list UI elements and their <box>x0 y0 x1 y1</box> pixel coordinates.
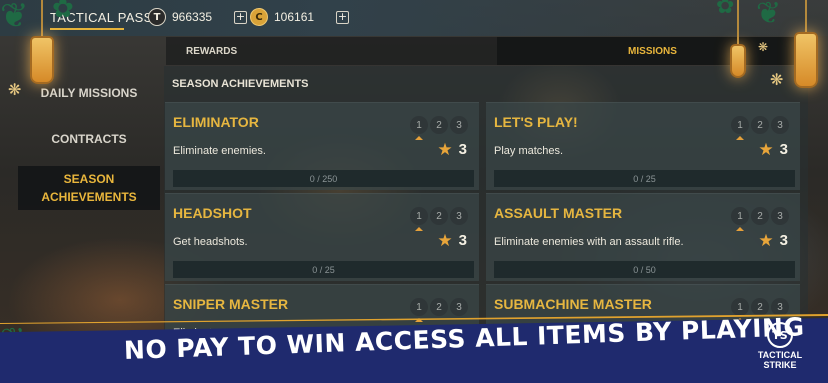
tier-badge: 2 <box>430 207 448 225</box>
tier-indicator: 123 <box>410 298 468 322</box>
star-reward: ★3 <box>758 232 788 249</box>
achievement-card[interactable]: LET'S PLAY! 1 2 3 Play matches. ★ 3 0 / 25 <box>486 102 800 190</box>
achievement-card[interactable]: ELIMINATOR 1 2 3 Eliminate enemies. ★ 3 0 / 250 <box>165 102 479 190</box>
star-count: 3 <box>779 141 788 158</box>
currency-c-value: 106161 <box>274 10 315 24</box>
achievement-title: ELIMINATOR <box>173 114 259 130</box>
progress-text: 0 / 250 <box>309 173 338 184</box>
currency-t-value: 966335 <box>172 10 213 24</box>
star-reward: ★3 <box>437 141 467 158</box>
achievement-title: LET'S PLAY! <box>494 114 578 130</box>
flower-ornament-icon: ❋ <box>758 40 769 54</box>
progress-text: 0 / 50 <box>633 264 656 275</box>
tier-badge: 1 <box>410 116 428 140</box>
tier-indicator: 123 <box>410 207 468 231</box>
progress-bar: 0 / 25 <box>494 170 795 187</box>
achievement-card[interactable]: HEADSHOT 1 2 3 Get headshots. ★ 3 0 / 25 <box>165 193 479 281</box>
leaf-ornament-icon: ✿ <box>716 0 735 19</box>
leaf-ornament-icon: ✿ <box>52 0 74 24</box>
lantern-icon <box>794 0 818 88</box>
achievement-title: ASSAULT MASTER <box>494 205 623 221</box>
tier-badge: 2 <box>430 298 448 316</box>
achievement-title: SNIPER MASTER <box>173 296 289 312</box>
achievement-description: Play matches. <box>494 145 564 157</box>
progress-bar: 0 / 250 <box>173 170 474 187</box>
t-coin-icon: T <box>148 8 166 26</box>
progress-text: 0 / 25 <box>312 264 335 275</box>
pass-title-underline <box>50 28 124 30</box>
tier-badge: 1 <box>410 207 428 231</box>
tier-indicator: 123 <box>731 116 789 140</box>
star-icon: ★ <box>437 139 453 160</box>
achievement-description: Get headshots. <box>173 236 248 248</box>
achievement-description: Eliminate enemies with an assault rifle. <box>494 236 684 248</box>
star-icon: ★ <box>437 230 453 251</box>
currency-t: T 966335 + <box>148 8 247 26</box>
lantern-icon <box>30 0 54 84</box>
star-reward: ★3 <box>758 141 788 158</box>
progress-bar: 0 / 50 <box>494 261 795 278</box>
sidebar: DAILY MISSIONS CONTRACTS SEASON ACHIEVEM… <box>18 70 160 210</box>
logo-mark-icon: TS <box>767 322 793 348</box>
achievement-title: SUBMACHINE MASTER <box>494 296 652 312</box>
tactical-strike-logo: TS TACTICAL STRIKE <box>744 322 816 370</box>
currency-c: C 106161 + <box>250 8 349 26</box>
tier-badge: 1 <box>731 116 749 140</box>
achievement-title: HEADSHOT <box>173 205 252 221</box>
sidebar-item-contracts[interactable]: CONTRACTS <box>18 116 160 162</box>
tier-indicator: 123 <box>410 116 468 140</box>
sidebar-item-season-achievements[interactable]: SEASON ACHIEVEMENTS <box>18 166 160 210</box>
logo-line-1: TACTICAL <box>757 350 803 360</box>
star-icon: ★ <box>758 139 774 160</box>
section-title: SEASON ACHIEVEMENTS <box>172 78 309 90</box>
achievement-card[interactable]: ASSAULT MASTER 1 2 3 Eliminate enemies with … <box>486 193 800 281</box>
tier-badge: 1 <box>410 298 428 322</box>
tier-badge: 1 <box>731 207 749 231</box>
c-coin-icon: C <box>250 8 268 26</box>
tier-badge: 3 <box>450 298 468 316</box>
add-c-currency-button[interactable]: + <box>336 10 349 24</box>
star-count: 3 <box>458 232 467 249</box>
leaf-ornament-icon: ❦ <box>756 0 782 31</box>
progress-bar: 0 / 25 <box>173 261 474 278</box>
flower-ornament-icon: ❋ <box>8 80 22 99</box>
flower-ornament-icon: ❋ <box>770 70 784 89</box>
progress-text: 0 / 25 <box>633 173 656 184</box>
achievement-description: Eliminate enemies. <box>173 145 266 157</box>
logo-line-2: STRIKE <box>763 360 797 370</box>
tier-badge: 3 <box>450 116 468 134</box>
tab-rewards[interactable]: REWARDS <box>166 37 497 65</box>
tier-badge: 2 <box>430 116 448 134</box>
tier-badge: 3 <box>450 207 468 225</box>
leaf-ornament-icon: ❦ <box>0 0 29 36</box>
tier-badge: 3 <box>771 116 789 134</box>
tier-indicator: 123 <box>731 207 789 231</box>
star-icon: ★ <box>758 230 774 251</box>
add-t-currency-button[interactable]: + <box>234 10 247 24</box>
tier-badge: 2 <box>751 116 769 134</box>
top-bar: TACTICAL PASS T 966335 + C 106161 + <box>0 0 828 36</box>
star-count: 3 <box>779 232 788 249</box>
tier-badge: 2 <box>751 207 769 225</box>
star-count: 3 <box>458 141 467 158</box>
tier-badge: 3 <box>771 207 789 225</box>
star-reward: ★3 <box>437 232 467 249</box>
tab-bar: REWARDS MISSIONS <box>166 37 808 65</box>
